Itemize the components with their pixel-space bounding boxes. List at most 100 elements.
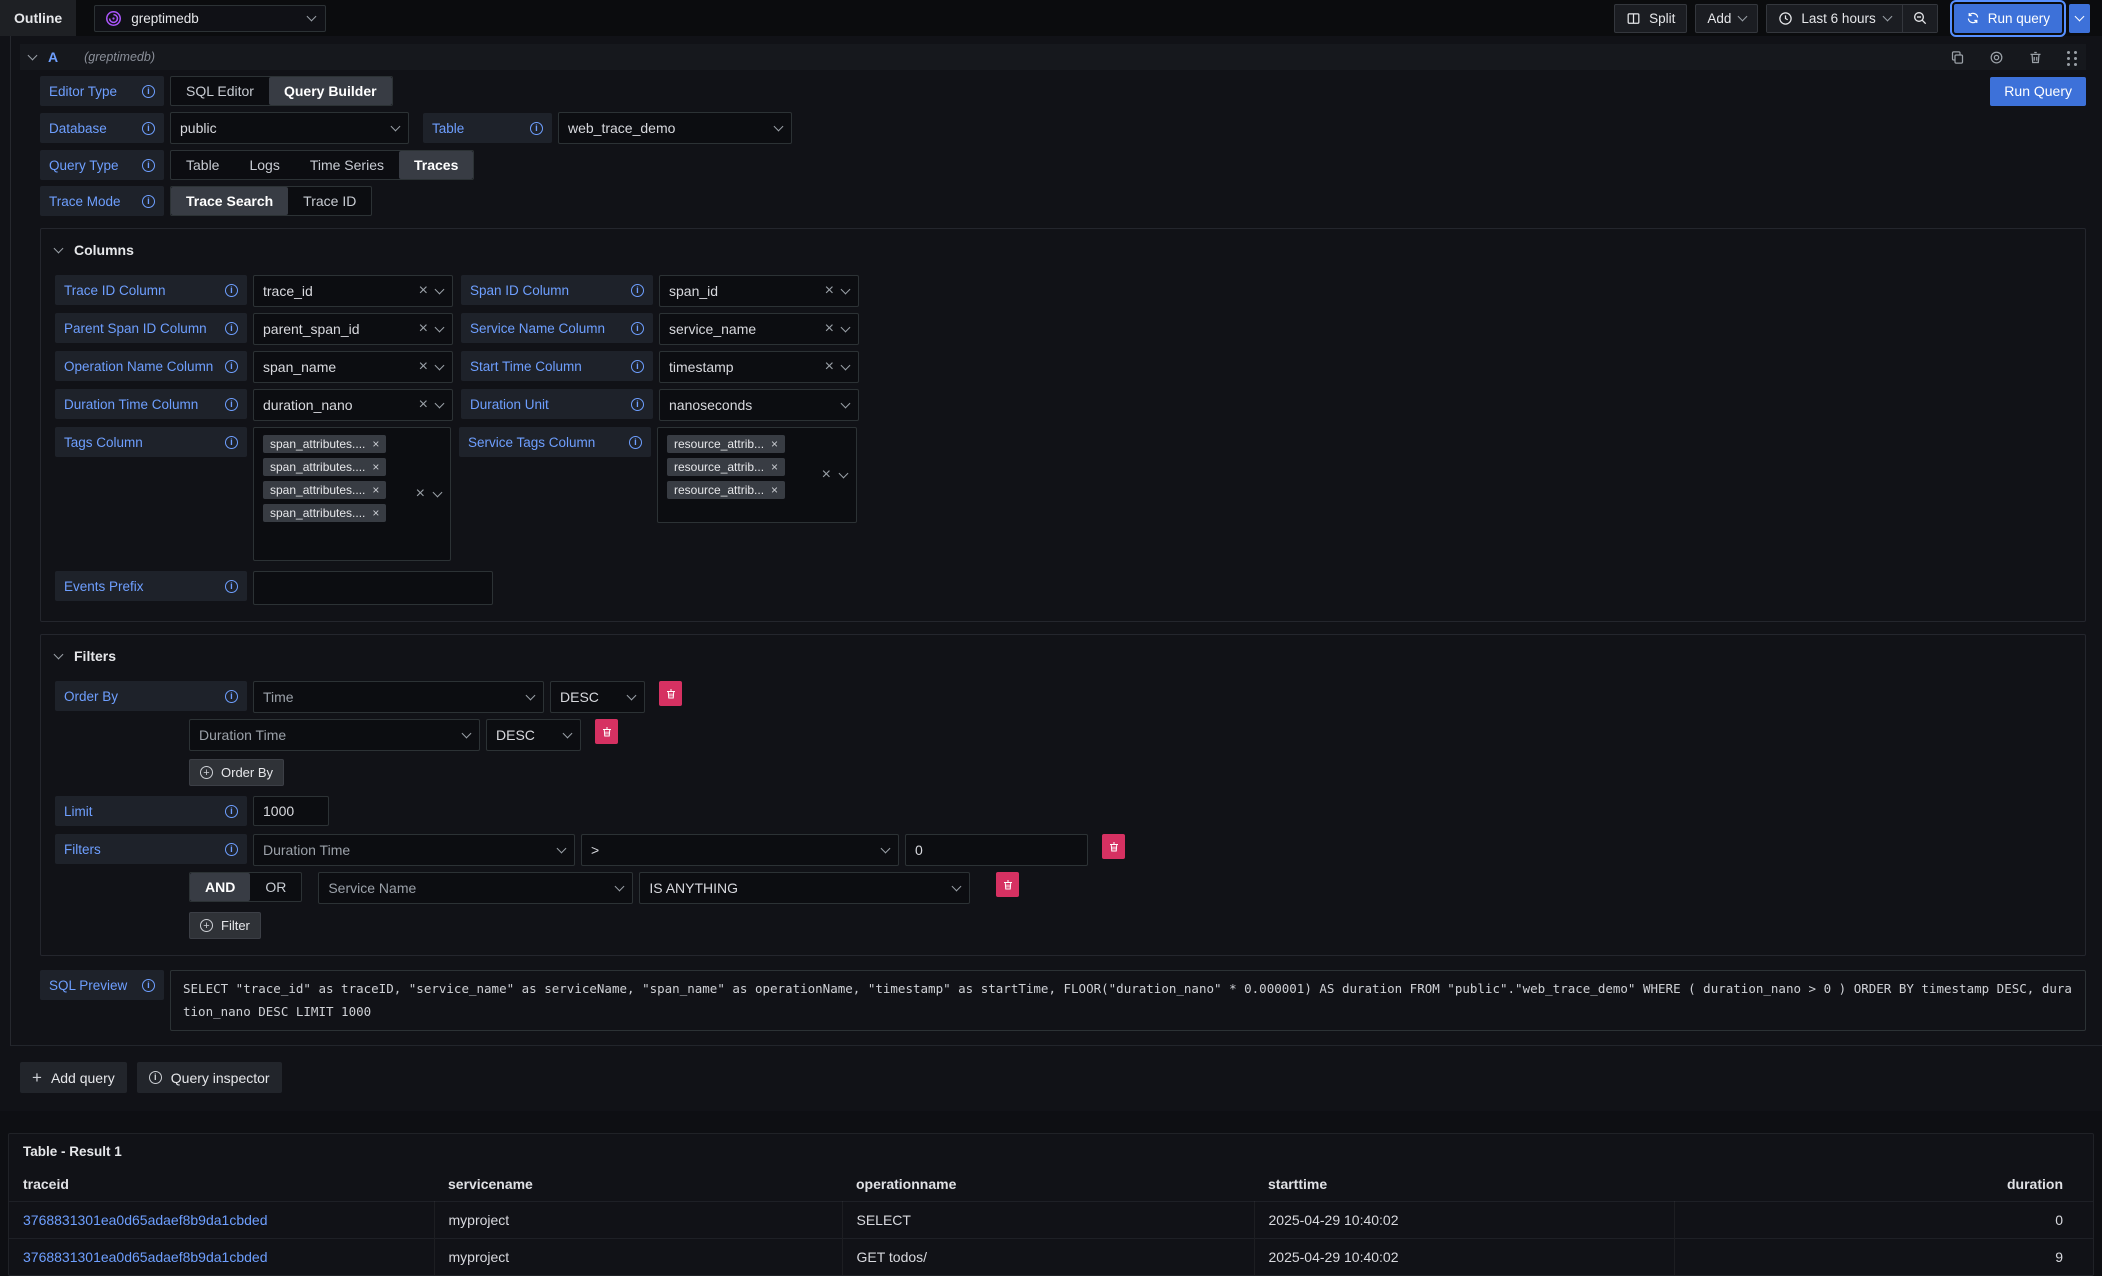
collapse-chevron-icon[interactable]	[28, 50, 38, 60]
filter-operator-select[interactable]: >	[581, 834, 899, 866]
database-row: Database public Table web_trace_demo	[40, 112, 2086, 144]
clear-icon[interactable]	[419, 397, 428, 413]
clear-all-icon[interactable]	[416, 486, 425, 502]
clear-icon[interactable]	[825, 283, 834, 299]
column-header-duration[interactable]: duration	[1674, 1167, 2093, 1202]
duplicate-query-icon[interactable]	[1950, 50, 1965, 65]
remove-chip-icon[interactable]	[372, 438, 379, 450]
order-by-field-select[interactable]: Duration Time	[189, 719, 480, 751]
cell-traceid: 3768831301ea0d65adaef8b9da1cbded	[9, 1202, 434, 1239]
tag-chip: span_attributes....	[263, 435, 386, 453]
table-select[interactable]: web_trace_demo	[558, 112, 792, 144]
span-id-column-select[interactable]: span_id	[659, 275, 859, 307]
filter-field-select[interactable]: Duration Time	[253, 834, 575, 866]
remove-chip-icon[interactable]	[372, 484, 379, 496]
remove-chip-icon[interactable]	[372, 461, 379, 473]
columns-section-header[interactable]: Columns	[55, 239, 2071, 261]
clear-icon[interactable]	[825, 321, 834, 337]
query-inspector-button[interactable]: Query inspector	[137, 1062, 282, 1093]
split-button[interactable]: Split	[1614, 4, 1687, 33]
remove-chip-icon[interactable]	[771, 461, 778, 473]
column-header-operationname[interactable]: operationname	[842, 1167, 1254, 1202]
drag-handle-icon[interactable]	[2067, 51, 2070, 54]
info-icon	[142, 159, 155, 172]
filters-section-header[interactable]: Filters	[55, 645, 2071, 667]
tab-and[interactable]: AND	[190, 873, 250, 901]
result-table-panel: Table - Result 1 traceid servicename ope…	[8, 1133, 2094, 1276]
tags-column-multiselect[interactable]: span_attributes.... span_attributes.... …	[253, 427, 451, 561]
limit-input[interactable]	[253, 796, 329, 826]
tab-table[interactable]: Table	[171, 151, 234, 179]
remove-chip-icon[interactable]	[771, 484, 778, 496]
tab-logs[interactable]: Logs	[234, 151, 294, 179]
info-icon	[631, 322, 644, 335]
trace-id-link[interactable]: 3768831301ea0d65adaef8b9da1cbded	[23, 1212, 267, 1228]
tab-traces[interactable]: Traces	[399, 151, 473, 179]
column-header-starttime[interactable]: starttime	[1254, 1167, 1674, 1202]
plus-circle-icon	[200, 919, 213, 932]
remove-order-by-button[interactable]	[595, 719, 618, 744]
hide-response-icon[interactable]	[1989, 50, 2004, 65]
filter-field-select[interactable]: Service Name	[318, 872, 633, 904]
label-text: Service Tags Column	[468, 435, 595, 450]
query-ref-id: A	[48, 49, 58, 65]
clear-icon[interactable]	[419, 359, 428, 375]
column-header-servicename[interactable]: servicename	[434, 1167, 842, 1202]
add-order-by-button[interactable]: Order By	[189, 759, 284, 786]
database-select[interactable]: public	[170, 112, 409, 144]
chip-text: resource_attrib...	[674, 437, 764, 451]
events-prefix-input[interactable]	[253, 571, 493, 605]
remove-order-by-button[interactable]	[659, 681, 682, 706]
operation-name-column-select[interactable]: span_name	[253, 351, 453, 383]
trash-icon	[1108, 841, 1120, 853]
add-button[interactable]: Add	[1695, 4, 1758, 33]
column-header-traceid[interactable]: traceid	[9, 1167, 434, 1202]
value-text: Duration Time	[199, 727, 455, 743]
trace-id-column-select[interactable]: trace_id	[253, 275, 453, 307]
remove-filter-button[interactable]	[1102, 834, 1125, 859]
tab-trace-search[interactable]: Trace Search	[171, 187, 288, 215]
trace-id-link[interactable]: 3768831301ea0d65adaef8b9da1cbded	[23, 1249, 267, 1265]
tab-time-series[interactable]: Time Series	[295, 151, 399, 179]
tab-sql-editor[interactable]: SQL Editor	[171, 77, 269, 105]
filter-value-input[interactable]	[905, 834, 1088, 866]
plus-circle-icon	[200, 766, 213, 779]
order-by-field-select[interactable]: Time	[253, 681, 544, 713]
clear-all-icon[interactable]	[822, 467, 831, 483]
value-text: timestamp	[669, 359, 817, 375]
add-filter-button[interactable]: Filter	[189, 912, 261, 939]
chevron-down-icon	[1882, 11, 1892, 21]
run-query-button[interactable]: Run query	[1954, 4, 2062, 33]
service-name-column-select[interactable]: service_name	[659, 313, 859, 345]
clear-icon[interactable]	[419, 283, 428, 299]
tab-query-builder[interactable]: Query Builder	[269, 77, 392, 105]
outline-toggle[interactable]: Outline	[0, 0, 76, 36]
tab-trace-id[interactable]: Trace ID	[288, 187, 371, 215]
run-query-label: Run query	[1988, 11, 2050, 26]
datasource-picker[interactable]: greptimedb	[94, 5, 326, 32]
duration-unit-select[interactable]: nanoseconds	[659, 389, 859, 421]
run-query-options-button[interactable]	[2069, 4, 2090, 33]
start-time-column-select[interactable]: timestamp	[659, 351, 859, 383]
time-range-picker[interactable]: Last 6 hours	[1767, 5, 1901, 32]
zoom-out-button[interactable]	[1902, 5, 1937, 32]
clear-icon[interactable]	[825, 359, 834, 375]
duration-time-column-select[interactable]: duration_nano	[253, 389, 453, 421]
remove-chip-icon[interactable]	[771, 438, 778, 450]
delete-query-icon[interactable]	[2028, 50, 2043, 65]
multiselect-controls	[416, 486, 441, 502]
service-tags-column-multiselect[interactable]: resource_attrib... resource_attrib... re…	[657, 427, 857, 523]
add-query-button[interactable]: Add query	[20, 1062, 127, 1093]
filter-operator-select[interactable]: IS ANYTHING	[639, 872, 970, 904]
clear-icon[interactable]	[419, 321, 428, 337]
order-by-direction-select[interactable]: DESC	[486, 719, 581, 751]
run-query-editor-button[interactable]: Run Query	[1990, 77, 2086, 106]
info-icon	[225, 398, 238, 411]
label-text: Tags Column	[64, 435, 143, 450]
parent-span-id-column-select[interactable]: parent_span_id	[253, 313, 453, 345]
order-by-direction-select[interactable]: DESC	[550, 681, 645, 713]
tab-or[interactable]: OR	[250, 873, 301, 901]
remove-filter-button[interactable]	[996, 872, 1019, 897]
query-footer: Add query Query inspector	[20, 1062, 2102, 1093]
remove-chip-icon[interactable]	[372, 507, 379, 519]
